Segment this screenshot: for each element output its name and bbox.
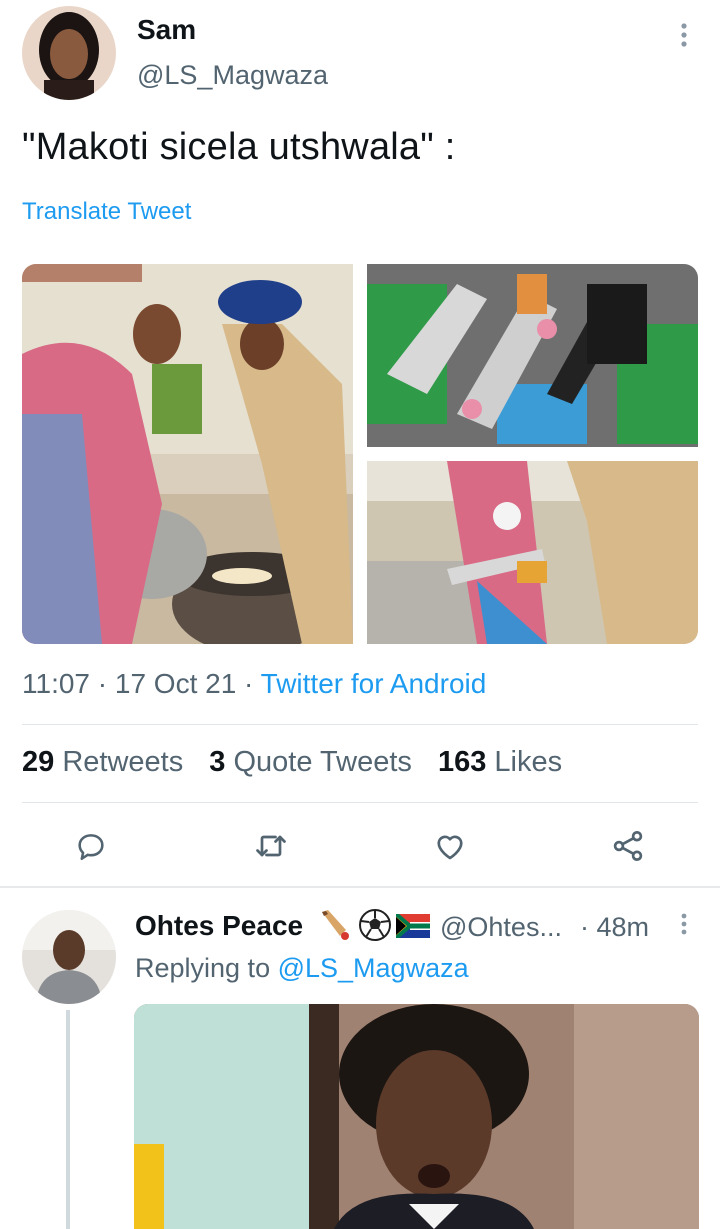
reply-author-handle[interactable]: @Ohtes... xyxy=(440,912,562,943)
tweet-client-link[interactable]: Twitter for Android xyxy=(261,668,487,699)
share-icon[interactable] xyxy=(608,826,648,866)
retweets-stat[interactable]: 29 Retweets xyxy=(22,746,201,778)
tweet-text: "Makoti sicela utshwala" : xyxy=(22,126,456,168)
tweet-timestamp: 11:07 · 17 Oct 21 · Twitter for Android xyxy=(22,668,486,700)
author-avatar[interactable] xyxy=(22,6,116,100)
likes-stat[interactable]: 163 Likes xyxy=(438,746,580,778)
reply-author-avatar[interactable] xyxy=(22,910,116,1004)
retweet-icon[interactable] xyxy=(251,826,291,866)
reply-time[interactable]: · 48m xyxy=(580,912,649,943)
author-name[interactable]: Sam xyxy=(137,14,196,46)
south-africa-flag-icon xyxy=(394,912,430,940)
reply-author-name[interactable]: Ohtes Peace xyxy=(135,910,303,942)
reply-photo[interactable] xyxy=(134,1004,699,1229)
soccer-ball-icon xyxy=(358,908,392,942)
thread-connector xyxy=(66,1010,70,1229)
author-handle[interactable]: @LS_Magwaza xyxy=(137,60,328,91)
like-icon[interactable] xyxy=(430,826,470,866)
tweet-stats: 29 Retweets 3 Quote Tweets 163 Likes xyxy=(22,746,580,779)
cricket-bat-icon xyxy=(318,908,352,942)
tweet-photo-3[interactable] xyxy=(367,461,698,644)
reply-icon[interactable] xyxy=(71,826,111,866)
tweet-photo-1[interactable] xyxy=(22,264,353,644)
section-divider xyxy=(0,886,720,888)
divider xyxy=(22,802,698,803)
more-options-icon[interactable] xyxy=(674,22,694,48)
reply-more-options-icon[interactable] xyxy=(674,912,694,936)
divider xyxy=(22,724,698,725)
replying-to: Replying to @LS_Magwaza xyxy=(135,953,469,983)
translate-tweet-link[interactable]: Translate Tweet xyxy=(22,198,191,226)
tweet-photo-2[interactable] xyxy=(367,264,698,447)
replying-to-link[interactable]: @LS_Magwaza xyxy=(278,953,469,983)
quote-tweets-stat[interactable]: 3 Quote Tweets xyxy=(209,746,430,778)
tweet-time[interactable]: 11:07 · 17 Oct 21 · xyxy=(22,668,261,699)
